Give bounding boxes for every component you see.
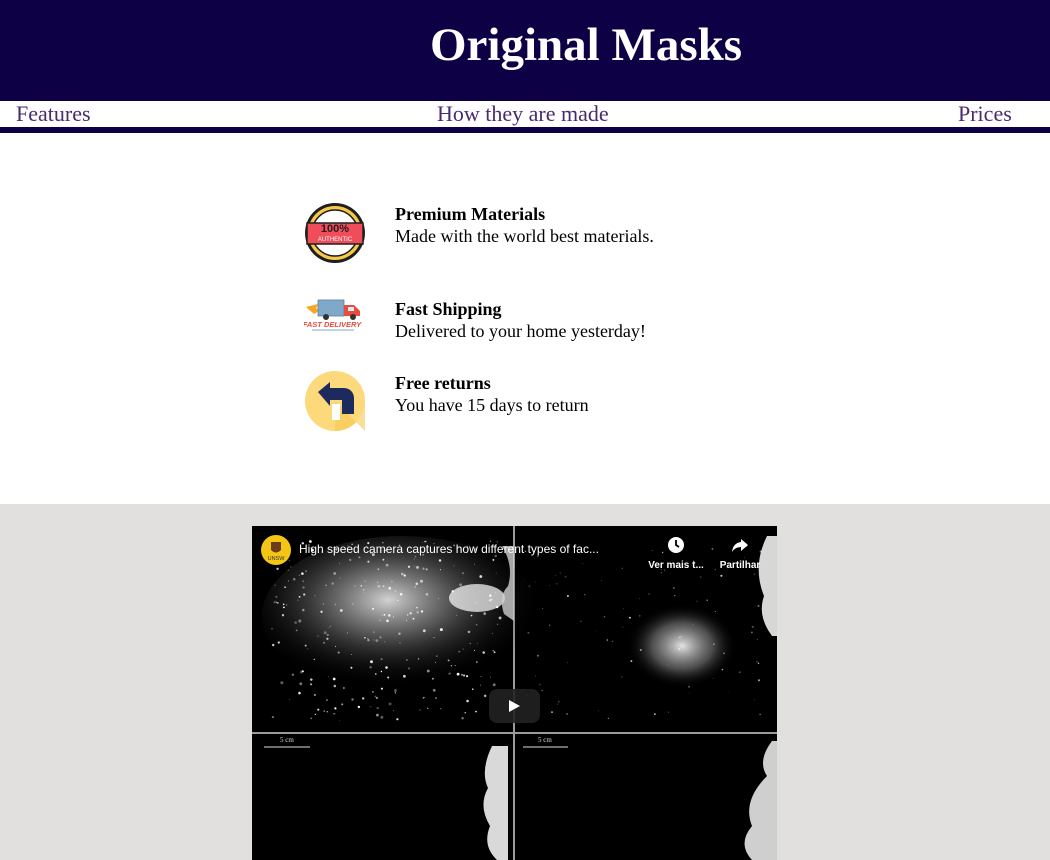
delivery-badge-text: FAST DELIVERY (304, 320, 362, 329)
feature-title: Free returns (395, 373, 491, 393)
embedded-video[interactable]: 5 cm 5 cm UNSW High speed camera capture… (252, 526, 777, 860)
scale-label: 5 cm (280, 736, 294, 744)
video-section: 5 cm 5 cm UNSW High speed camera capture… (0, 504, 1050, 860)
nav-divider (0, 127, 1050, 133)
play-button[interactable] (489, 689, 540, 723)
watch-later-button[interactable]: Ver mais t... (646, 536, 706, 571)
delivery-truck-icon: FAST DELIVERY (304, 299, 362, 331)
scale-label: 5 cm (538, 736, 552, 744)
watch-later-label: Ver mais t... (648, 560, 704, 571)
channel-avatar[interactable]: UNSW (261, 535, 291, 565)
nav-link-how-made[interactable]: How they are made (437, 101, 609, 127)
feature-title: Fast Shipping (395, 299, 502, 319)
share-button[interactable]: Partilhar (710, 536, 770, 571)
clock-icon (668, 537, 684, 553)
feature-desc: Delivered to your home yesterday! (395, 321, 646, 341)
return-arrow-icon (305, 371, 365, 431)
share-icon (732, 539, 748, 552)
badge-top-text: 100% (321, 223, 349, 235)
page-title: Original Masks (430, 19, 743, 71)
feature-desc: You have 15 days to return (395, 395, 589, 415)
nav-link-prices[interactable]: Prices (958, 101, 1012, 127)
channel-label: UNSW (268, 556, 286, 562)
nav-bar: Features How they are made Prices (0, 101, 1050, 127)
badge-bottom-text: AUTHENTIC (318, 237, 353, 243)
feature-title: Premium Materials (395, 204, 546, 224)
nav-link-features[interactable]: Features (16, 101, 91, 127)
share-label: Partilhar (719, 560, 761, 571)
video-title[interactable]: High speed camera captures how different… (299, 542, 599, 556)
feature-desc: Made with the world best materials. (395, 226, 654, 246)
play-icon (509, 700, 520, 712)
site-header: Original Masks (0, 0, 1050, 101)
authentic-badge-icon: 100% AUTHENTIC (305, 203, 365, 263)
